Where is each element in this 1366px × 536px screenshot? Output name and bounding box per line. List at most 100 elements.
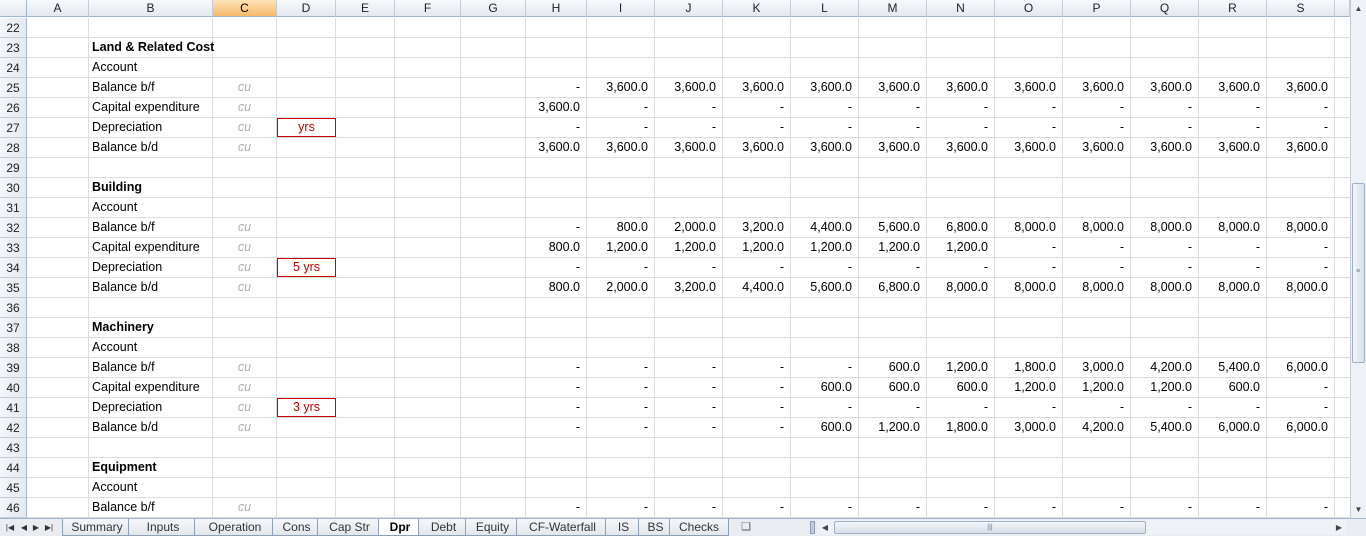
cell-e[interactable] <box>336 418 395 437</box>
value-cell[interactable]: 3,600.0 <box>526 138 587 157</box>
cell-e[interactable] <box>336 138 395 157</box>
value-cell[interactable]: - <box>927 98 995 117</box>
value-cell[interactable] <box>859 458 927 477</box>
value-cell[interactable]: 3,600.0 <box>723 138 791 157</box>
cell-e[interactable] <box>336 158 395 177</box>
value-cell[interactable]: - <box>1267 498 1335 517</box>
value-cell[interactable] <box>723 318 791 337</box>
value-cell[interactable]: - <box>655 498 723 517</box>
unit-cell[interactable]: cu <box>213 358 277 377</box>
value-cell[interactable] <box>859 158 927 177</box>
value-cell[interactable]: - <box>655 118 723 137</box>
value-cell[interactable]: 6,800.0 <box>927 218 995 237</box>
prev-sheet-icon[interactable]: ◀ <box>18 520 30 535</box>
value-cell[interactable] <box>587 478 655 497</box>
cell-f[interactable] <box>395 458 461 477</box>
value-cell[interactable] <box>927 438 995 457</box>
value-cell[interactable] <box>1063 178 1131 197</box>
value-cell[interactable]: 3,600.0 <box>791 78 859 97</box>
value-cell[interactable]: 800.0 <box>526 238 587 257</box>
value-cell[interactable] <box>526 458 587 477</box>
value-cell[interactable] <box>526 38 587 57</box>
column-header-q[interactable]: Q <box>1131 0 1199 17</box>
cell-a[interactable] <box>27 18 89 37</box>
cell-e[interactable] <box>336 358 395 377</box>
value-cell[interactable] <box>1199 458 1267 477</box>
value-cell[interactable] <box>791 298 859 317</box>
value-cell[interactable]: - <box>587 118 655 137</box>
value-cell[interactable]: - <box>587 498 655 517</box>
cell-a[interactable] <box>27 358 89 377</box>
cell-a[interactable] <box>27 438 89 457</box>
value-cell[interactable]: - <box>1199 258 1267 277</box>
cell-a[interactable] <box>27 258 89 277</box>
value-cell[interactable]: - <box>1199 398 1267 417</box>
value-cell[interactable]: - <box>526 398 587 417</box>
value-cell[interactable] <box>723 178 791 197</box>
column-header-partial[interactable] <box>1335 0 1350 17</box>
cell-d[interactable] <box>277 298 336 317</box>
value-cell[interactable]: 1,200.0 <box>655 238 723 257</box>
row-header[interactable]: 32 <box>0 218 27 238</box>
cell-d[interactable] <box>277 358 336 377</box>
value-cell[interactable]: - <box>859 98 927 117</box>
tab-summary[interactable]: Summary <box>62 519 132 536</box>
value-cell[interactable] <box>995 58 1063 77</box>
value-cell[interactable]: 8,000.0 <box>1063 278 1131 297</box>
value-cell[interactable]: 8,000.0 <box>1131 278 1199 297</box>
cell-a[interactable] <box>27 378 89 397</box>
value-cell[interactable] <box>1063 198 1131 217</box>
tab-equity[interactable]: Equity <box>465 519 520 536</box>
value-cell[interactable] <box>1131 338 1199 357</box>
value-cell[interactable]: 800.0 <box>587 218 655 237</box>
first-sheet-icon[interactable]: |◀ <box>4 520 16 535</box>
value-cell[interactable] <box>859 38 927 57</box>
value-cell[interactable]: - <box>655 358 723 377</box>
next-sheet-icon[interactable]: ▶ <box>30 520 42 535</box>
value-cell[interactable]: - <box>526 118 587 137</box>
value-cell[interactable] <box>526 178 587 197</box>
column-header-g[interactable]: G <box>461 0 526 17</box>
cell-f[interactable] <box>395 398 461 417</box>
value-cell[interactable] <box>859 198 927 217</box>
unit-cell[interactable] <box>213 478 277 497</box>
value-cell[interactable]: - <box>859 258 927 277</box>
value-cell[interactable]: - <box>1063 98 1131 117</box>
cell-e[interactable] <box>336 258 395 277</box>
cell-a[interactable] <box>27 398 89 417</box>
unit-cell[interactable] <box>213 158 277 177</box>
value-cell[interactable] <box>655 478 723 497</box>
column-header-o[interactable]: O <box>995 0 1063 17</box>
value-cell[interactable] <box>791 458 859 477</box>
depreciation-years-box[interactable]: 5 yrs <box>277 258 336 277</box>
cell-f[interactable] <box>395 438 461 457</box>
value-cell[interactable]: 3,600.0 <box>1267 78 1335 97</box>
value-cell[interactable] <box>587 58 655 77</box>
column-header-c[interactable]: C <box>213 0 277 17</box>
cell-g[interactable] <box>461 298 526 317</box>
cell-e[interactable] <box>336 198 395 217</box>
row-label[interactable]: Balance b/f <box>89 78 213 97</box>
value-cell[interactable]: 1,200.0 <box>995 378 1063 397</box>
value-cell[interactable] <box>995 438 1063 457</box>
cell-d[interactable]: 3 yrs <box>277 398 336 417</box>
cell-f[interactable] <box>395 338 461 357</box>
value-cell[interactable]: - <box>1063 258 1131 277</box>
unit-cell[interactable] <box>213 458 277 477</box>
column-header-e[interactable]: E <box>336 0 395 17</box>
value-cell[interactable] <box>927 458 995 477</box>
value-cell[interactable]: 1,200.0 <box>1131 378 1199 397</box>
value-cell[interactable]: - <box>655 98 723 117</box>
value-cell[interactable]: 3,600.0 <box>1131 78 1199 97</box>
value-cell[interactable]: 3,200.0 <box>723 218 791 237</box>
value-cell[interactable]: - <box>995 258 1063 277</box>
unit-cell[interactable] <box>213 298 277 317</box>
row-label[interactable]: Account <box>89 338 213 357</box>
value-cell[interactable] <box>859 438 927 457</box>
cell-e[interactable] <box>336 118 395 137</box>
value-cell[interactable] <box>791 158 859 177</box>
value-cell[interactable] <box>526 58 587 77</box>
cell-f[interactable] <box>395 218 461 237</box>
row-header[interactable]: 34 <box>0 258 27 278</box>
row-header[interactable]: 26 <box>0 98 27 118</box>
